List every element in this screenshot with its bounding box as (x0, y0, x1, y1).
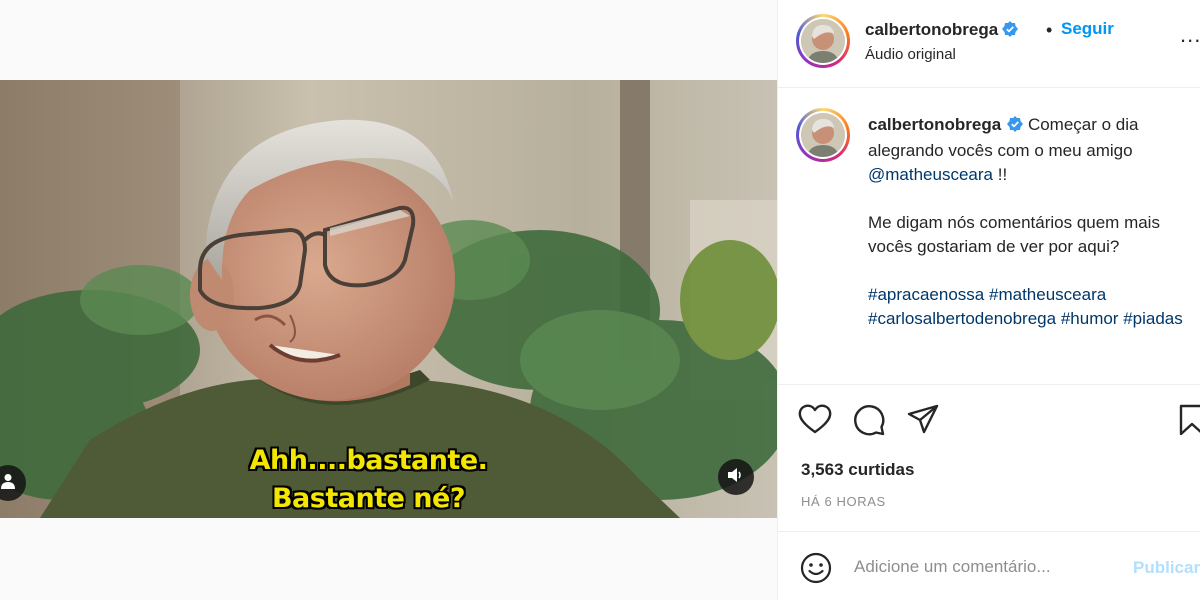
video-subtitle-line2: Bastante né? (271, 483, 466, 514)
comment-bubble-icon (852, 403, 886, 442)
caption-area: calbertonobrega Começar o dia alegrando … (778, 88, 1200, 384)
caption-paragraph-1: calbertonobrega Começar o dia alegrando … (868, 113, 1188, 187)
bookmark-icon (1178, 403, 1200, 442)
hashtag-link[interactable]: #apracaenossa (868, 285, 984, 304)
likes-count[interactable]: 3,563 curtidas (801, 460, 914, 480)
publish-button[interactable]: Publicar (1133, 558, 1200, 578)
smiley-icon (800, 552, 832, 588)
caption-paragraph-2: Me digam nós comentários quem mais vocês… (868, 213, 1160, 256)
comment-input[interactable] (854, 554, 1124, 580)
original-audio-link[interactable]: Áudio original (865, 46, 956, 63)
caption-username[interactable]: calbertonobrega (868, 115, 1001, 134)
caption-author-avatar[interactable] (796, 108, 850, 162)
mute-button[interactable] (718, 459, 754, 495)
caption-exclamation: !! (993, 165, 1008, 184)
paper-plane-icon (906, 403, 940, 442)
comment-button[interactable] (852, 403, 886, 442)
caption-mention-link[interactable]: @matheusceara (868, 165, 993, 184)
author-name-row: calbertonobrega (865, 20, 1019, 42)
media-area: Ahh....bastante. Bastante né? (0, 0, 777, 600)
hashtag-link[interactable]: #piadas (1123, 309, 1183, 328)
like-button[interactable] (798, 403, 832, 440)
save-button[interactable] (1178, 403, 1200, 442)
share-button[interactable] (906, 403, 940, 442)
hashtag-link[interactable]: #carlosalbertodenobrega (868, 309, 1056, 328)
author-username[interactable]: calbertonobrega (865, 20, 998, 39)
follow-button[interactable]: Seguir (1061, 19, 1114, 39)
add-comment-row: Publicar (778, 531, 1200, 600)
speaker-icon (728, 467, 744, 487)
more-options-button[interactable]: ... (1180, 22, 1200, 48)
verified-badge-icon (1002, 21, 1019, 42)
heart-icon (798, 403, 832, 440)
post-timestamp[interactable]: HÁ 6 HORAS (801, 494, 886, 509)
header-separator: • (1046, 20, 1053, 40)
post-header: calbertonobrega • Seguir Áudio original … (778, 0, 1200, 88)
post-sidebar: calbertonobrega • Seguir Áudio original … (777, 0, 1200, 600)
emoji-button[interactable] (800, 552, 832, 589)
hashtag-link[interactable]: #humor (1061, 309, 1119, 328)
video-player[interactable]: Ahh....bastante. Bastante né? (0, 80, 777, 518)
caption-hashtags: #apracaenossa #matheusceara #carlosalber… (868, 283, 1188, 331)
hashtag-link[interactable]: #matheusceara (989, 285, 1106, 304)
caption-verified-badge-icon (1007, 115, 1024, 139)
post-actions: 3,563 curtidas HÁ 6 HORAS Publicar (778, 384, 1200, 600)
post-caption: calbertonobrega Começar o dia alegrando … (868, 113, 1188, 331)
person-icon (1, 473, 15, 494)
author-avatar[interactable] (796, 14, 850, 68)
video-subtitle-line1: Ahh....bastante. (249, 445, 488, 476)
